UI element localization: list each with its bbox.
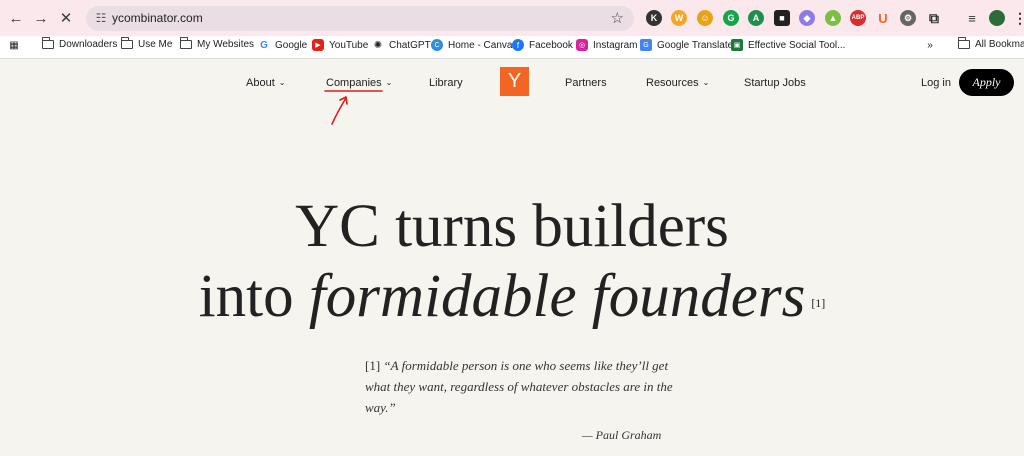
- footnote-quote: [1] “A formidable person is one who seem…: [365, 358, 673, 415]
- hero-line-1: YC turns builders: [295, 193, 729, 260]
- footnote-mark[interactable]: [1]: [811, 296, 825, 310]
- hero-line-2: into formidable founders [1]: [198, 263, 826, 330]
- quote-author: — Paul Graham: [582, 428, 662, 442]
